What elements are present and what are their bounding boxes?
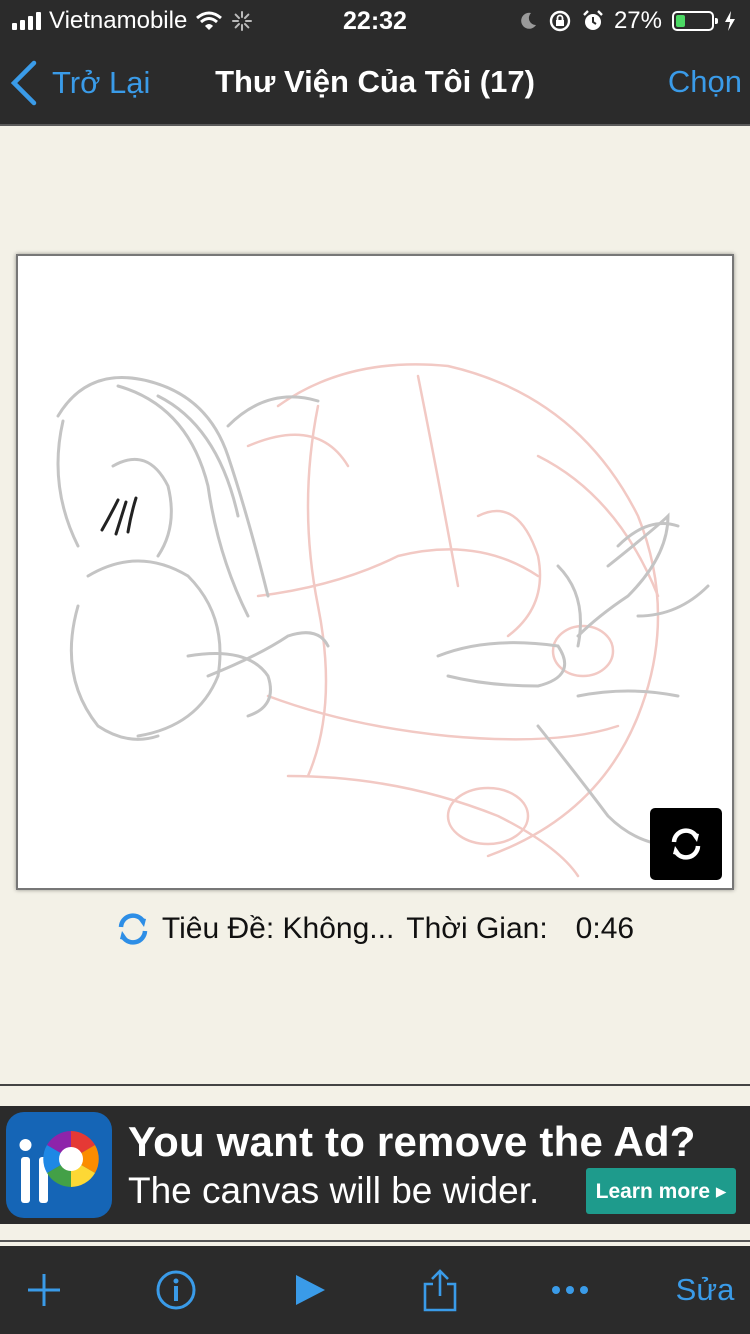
more-icon <box>552 1286 588 1294</box>
play-icon <box>296 1275 325 1305</box>
share-icon <box>423 1269 457 1312</box>
select-button[interactable]: Chọn <box>668 64 742 100</box>
status-bar: Vietnamobile 22:32 27% <box>0 0 750 42</box>
moon-icon <box>521 12 536 29</box>
artwork-thumbnail[interactable] <box>16 254 734 890</box>
sync-icon <box>671 828 701 860</box>
app-logo <box>6 1112 112 1218</box>
refresh-icon <box>118 913 148 945</box>
artwork-info: Tiêu Đề: Không... Thời Gian: 0:46 <box>0 912 750 946</box>
ad-banner[interactable]: You want to remove the Ad? The canvas wi… <box>0 1106 750 1224</box>
edit-button[interactable]: Sửa <box>668 1246 742 1334</box>
color-wheel-logo <box>19 1131 99 1203</box>
page-title: Thư Viện Của Tôi (17) <box>215 64 535 99</box>
play-button[interactable] <box>280 1246 340 1334</box>
battery-level <box>676 15 685 27</box>
sketch-drawing <box>56 363 710 878</box>
navigation-bar: Trở Lại Thư Viện Của Tôi (17) Chọn <box>0 42 750 126</box>
more-button[interactable] <box>540 1246 600 1334</box>
battery-icon <box>672 11 718 31</box>
learn-more-button[interactable]: Learn more ▸ <box>586 1168 736 1214</box>
info-button[interactable] <box>146 1246 206 1334</box>
bottom-toolbar: Sửa <box>0 1246 750 1334</box>
time-value: 0:46 <box>575 912 635 945</box>
artwork-title: Tiêu Đề: Không... <box>161 912 395 945</box>
ad-subline: The canvas will be wider. <box>128 1170 540 1211</box>
sync-button[interactable] <box>650 808 722 880</box>
alarm-icon <box>583 10 603 30</box>
share-button[interactable] <box>410 1246 470 1334</box>
battery-percent: 27% <box>613 7 662 34</box>
rotation-lock-icon <box>549 10 571 32</box>
add-icon <box>28 1274 60 1306</box>
info-icon <box>156 1270 196 1310</box>
divider <box>0 1240 750 1242</box>
status-right: 27% <box>518 7 736 35</box>
time-label: Thời Gian: <box>406 912 548 945</box>
divider <box>0 1084 750 1086</box>
add-button[interactable] <box>14 1246 74 1334</box>
charging-bolt-icon <box>725 11 735 31</box>
ad-headline: You want to remove the Ad? <box>128 1118 696 1165</box>
